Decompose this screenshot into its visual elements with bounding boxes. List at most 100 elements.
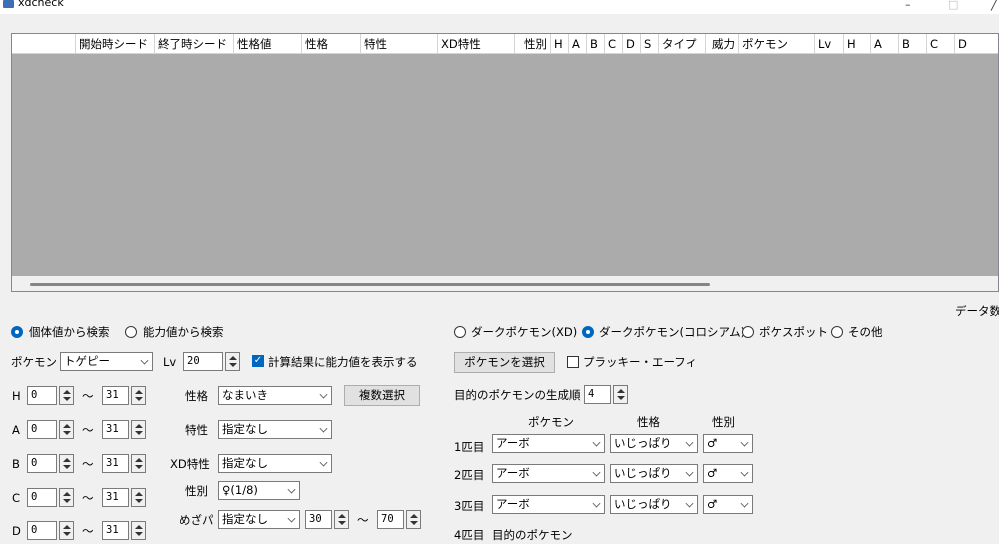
- grid-col-0[interactable]: [12, 34, 76, 54]
- umbreon-espeon-label[interactable]: プラッキー・エーフィ: [583, 355, 697, 369]
- iv-d-max-spinner[interactable]: [131, 521, 146, 540]
- radio-dark-xd-label[interactable]: ダークポケモン(XD): [471, 325, 577, 339]
- grid-col-stat-d[interactable]: D: [955, 34, 998, 54]
- grid-col-xd-ability[interactable]: XD特性: [438, 34, 515, 54]
- generation-order-spinner[interactable]: [613, 385, 628, 404]
- radio-dark-colosseum[interactable]: [582, 326, 594, 338]
- grid-col-stat-c[interactable]: C: [927, 34, 955, 54]
- iv-b-max-spinner[interactable]: [131, 454, 146, 473]
- radio-search-by-stats-label[interactable]: 能力値から検索: [143, 325, 224, 339]
- iv-b-max-input[interactable]: 31: [102, 454, 129, 473]
- grid-col-stat-b[interactable]: B: [899, 34, 927, 54]
- hp-power-min-input[interactable]: 30: [305, 510, 332, 529]
- generation-order-input[interactable]: 4: [584, 385, 611, 404]
- show-stats-label[interactable]: 計算結果に能力値を表示する: [268, 355, 418, 369]
- grid-col-lv[interactable]: Lv: [815, 34, 844, 54]
- pokemon-combobox[interactable]: トゲピー: [60, 352, 153, 371]
- grid-col-ability[interactable]: 特性: [361, 34, 438, 54]
- grid-col-a[interactable]: A: [569, 34, 587, 54]
- grid-col-power[interactable]: 威力: [706, 34, 739, 54]
- xd-ability-combobox[interactable]: 指定なし: [218, 454, 332, 473]
- iv-d-max-input[interactable]: 31: [102, 521, 129, 540]
- multi-select-button[interactable]: 複数選択: [344, 385, 420, 406]
- grid-col-d[interactable]: D: [623, 34, 641, 54]
- iv-c-max-spinner[interactable]: [131, 488, 146, 507]
- tilde: ～: [82, 491, 94, 505]
- lv-spinner[interactable]: [225, 352, 240, 371]
- hidden-power-combobox[interactable]: 指定なし: [218, 510, 300, 529]
- iv-h-min-spinner[interactable]: [59, 386, 74, 405]
- iv-a-min-input[interactable]: 0: [27, 420, 57, 439]
- iv-h-min-input[interactable]: 0: [27, 386, 57, 405]
- radio-search-by-stats[interactable]: [125, 326, 137, 338]
- iv-c-min-input[interactable]: 0: [27, 488, 57, 507]
- iv-a-max-spinner[interactable]: [131, 420, 146, 439]
- window-title: xdcheck: [18, 0, 64, 9]
- tilde: ～: [82, 389, 94, 403]
- grid-horizontal-scrollbar[interactable]: [12, 276, 998, 291]
- row-3-nature-combobox[interactable]: いじっぱり: [610, 495, 698, 514]
- tilde: ～: [82, 524, 94, 538]
- radio-pokespot[interactable]: [742, 326, 754, 338]
- iv-a-min-spinner[interactable]: [59, 420, 74, 439]
- lv-input[interactable]: 20: [183, 352, 223, 371]
- grid-col-end-seed[interactable]: 終了時シード: [155, 34, 234, 54]
- radio-other-label[interactable]: その他: [848, 325, 883, 339]
- show-stats-checkbox[interactable]: ✓: [252, 355, 264, 367]
- select-pokemon-button[interactable]: ポケモンを選択: [454, 352, 555, 373]
- ability-combobox[interactable]: 指定なし: [218, 420, 332, 439]
- hidden-power-label: めざパ: [179, 513, 214, 527]
- radio-dark-colosseum-label[interactable]: ダークポケモン(コロシアム): [599, 325, 745, 339]
- grid-col-stat-a[interactable]: A: [871, 34, 899, 54]
- close-button[interactable]: ╱: [991, 0, 998, 11]
- iv-b-min-input[interactable]: 0: [27, 454, 57, 473]
- iv-c-min-spinner[interactable]: [59, 488, 74, 507]
- scrollbar-thumb[interactable]: [30, 283, 710, 286]
- row-3-pokemon-combobox[interactable]: アーボ: [492, 495, 605, 514]
- row-2-gender-combobox[interactable]: ♂: [703, 464, 753, 483]
- row-1-pokemon-combobox[interactable]: アーボ: [492, 434, 605, 453]
- tilde: ～: [82, 423, 94, 437]
- grid-col-c[interactable]: C: [605, 34, 623, 54]
- grid-col-pokemon[interactable]: ポケモン: [739, 34, 815, 54]
- radio-search-by-iv[interactable]: [11, 326, 23, 338]
- minimize-button[interactable]: –: [905, 0, 911, 11]
- iv-a-max-input[interactable]: 31: [102, 420, 129, 439]
- iv-c-max-input[interactable]: 31: [102, 488, 129, 507]
- nature-combobox[interactable]: なまいき: [218, 386, 332, 405]
- grid-col-b[interactable]: B: [587, 34, 605, 54]
- radio-dark-xd[interactable]: [454, 326, 466, 338]
- row-2-nature-combobox[interactable]: いじっぱり: [610, 464, 698, 483]
- maximize-button[interactable]: □: [948, 0, 958, 11]
- grid-col-type[interactable]: タイプ: [659, 34, 706, 54]
- grid-col-start-seed[interactable]: 開始時シード: [76, 34, 155, 54]
- grid-col-gender[interactable]: 性別: [515, 34, 551, 54]
- grid-col-h[interactable]: H: [551, 34, 569, 54]
- grid-col-pid[interactable]: 性格値: [234, 34, 302, 54]
- gender-combobox[interactable]: ♀(1/8): [218, 481, 300, 500]
- grid-col-stat-h[interactable]: H: [844, 34, 871, 54]
- umbreon-espeon-checkbox[interactable]: [567, 356, 579, 368]
- grid-col-s[interactable]: S: [641, 34, 659, 54]
- iv-h-max-spinner[interactable]: [131, 386, 146, 405]
- radio-pokespot-label[interactable]: ポケスポット: [759, 325, 828, 339]
- row-2-pokemon-combobox[interactable]: アーボ: [492, 464, 605, 483]
- pokemon-label: ポケモン: [11, 355, 57, 369]
- row-3-gender-combobox[interactable]: ♂: [703, 495, 753, 514]
- row-1-gender-combobox[interactable]: ♂: [703, 434, 753, 453]
- nature-value: なまいき: [222, 388, 268, 402]
- hp-power-max-spinner[interactable]: [406, 510, 421, 529]
- hp-power-max-input[interactable]: 70: [377, 510, 404, 529]
- radio-other[interactable]: [831, 326, 843, 338]
- iv-h-max-input[interactable]: 31: [102, 386, 129, 405]
- iv-d-min-input[interactable]: 0: [27, 521, 57, 540]
- row-1-nature-combobox[interactable]: いじっぱり: [610, 434, 698, 453]
- grid-col-nature[interactable]: 性格: [302, 34, 361, 54]
- hp-power-min-spinner[interactable]: [334, 510, 349, 529]
- iv-c-label: C: [12, 491, 21, 505]
- radio-search-by-iv-label[interactable]: 個体値から検索: [29, 325, 110, 339]
- results-grid[interactable]: 開始時シード 終了時シード 性格値 性格 特性 XD特性 性別 H A B C …: [11, 33, 999, 292]
- iv-b-min-spinner[interactable]: [59, 454, 74, 473]
- col-header-gender: 性別: [712, 415, 735, 429]
- iv-d-min-spinner[interactable]: [59, 521, 74, 540]
